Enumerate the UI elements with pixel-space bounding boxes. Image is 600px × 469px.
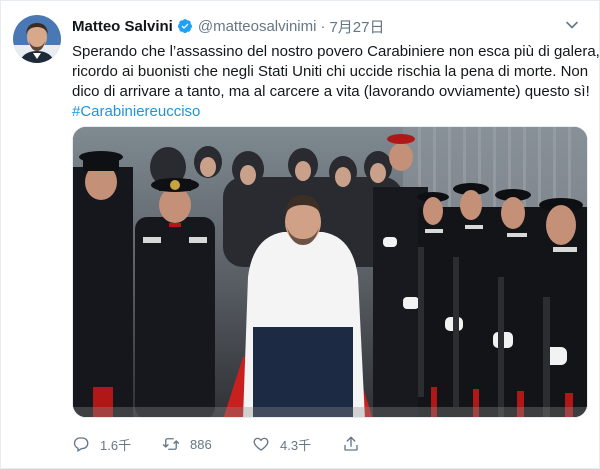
- chevron-down-icon[interactable]: [565, 18, 579, 32]
- tweet-text-line: Sperando che l’assassino del nostro pove…: [72, 43, 600, 60]
- author-display-name[interactable]: Matteo Salvini: [72, 18, 173, 35]
- verified-badge-icon: [177, 18, 193, 34]
- tweet-actions: 1.6千 886 4.3千: [72, 434, 432, 454]
- tweet-text-line: dico di arrivare a tanto, ma al carcere …: [72, 83, 590, 100]
- tweet-card: Matteo Salvini @matteosalvinimi · 7月27日 …: [0, 0, 600, 469]
- author-handle[interactable]: @matteosalvinimi: [198, 18, 317, 35]
- hashtag-link[interactable]: #Carabiniereucciso: [72, 103, 200, 120]
- header-separator: ·: [320, 17, 326, 35]
- tweet-header: Matteo Salvini @matteosalvinimi · 7月27日: [72, 16, 579, 36]
- retweet-count: 886: [190, 436, 212, 452]
- tweet-photo[interactable]: [72, 126, 588, 418]
- share-button[interactable]: [342, 435, 432, 453]
- like-count: 4.3千: [280, 437, 312, 453]
- avatar[interactable]: [13, 15, 61, 63]
- retweet-icon: [162, 438, 180, 450]
- tweet-date[interactable]: 7月27日: [329, 16, 384, 37]
- reply-icon: [73, 437, 89, 452]
- heart-icon: [253, 437, 269, 451]
- share-icon: [344, 436, 358, 451]
- reply-button[interactable]: 1.6千: [72, 435, 162, 454]
- tweet-text-line: ricordo ai buonisti che negli Stati Unit…: [72, 63, 589, 80]
- retweet-button[interactable]: 886: [162, 435, 252, 453]
- like-button[interactable]: 4.3千: [252, 435, 342, 454]
- reply-count: 1.6千: [100, 437, 132, 453]
- tweet-text: Sperando che l’assassino del nostro pove…: [72, 42, 600, 122]
